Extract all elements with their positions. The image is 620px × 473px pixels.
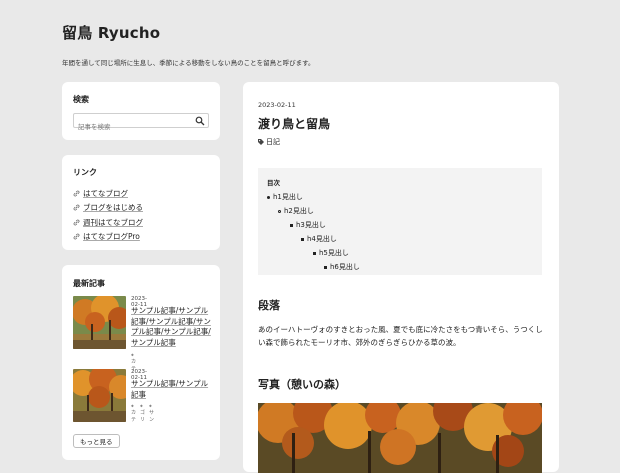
search-icon[interactable] bbox=[195, 116, 205, 126]
table-of-contents: 目次 h1見出し h2見出し h3見出し h4見出し h5見出し h6見出し bbox=[258, 168, 542, 275]
toc-item[interactable]: h4見出し bbox=[301, 234, 337, 244]
link-item-start-blog[interactable]: ブログをはじめる bbox=[73, 201, 143, 216]
tag-label[interactable]: ゴリ bbox=[140, 403, 145, 423]
more-button[interactable]: もっと見る bbox=[73, 434, 120, 448]
site-header: 留鳥 Ryucho 年間を通して同じ場所に生息し、季節による移動をしない鳥のこと… bbox=[62, 22, 314, 67]
post-category[interactable]: 日記 bbox=[258, 137, 280, 147]
tag-label[interactable]: サン bbox=[149, 403, 154, 423]
search-input[interactable] bbox=[74, 120, 188, 134]
recent-heading: 最新記事 bbox=[73, 279, 105, 288]
toc-item[interactable]: h3見出し bbox=[290, 220, 326, 230]
post-title[interactable]: 渡り鳥と留鳥 bbox=[258, 115, 330, 132]
post-thumbnail[interactable] bbox=[73, 296, 126, 349]
link-icon bbox=[73, 190, 80, 197]
search-heading: 検索 bbox=[73, 95, 89, 104]
link-list: はてなブログ ブログをはじめる 週刊はてなブログ はてなブログPro bbox=[73, 186, 143, 244]
link-item-hatena-blog[interactable]: はてなブログ bbox=[73, 186, 143, 201]
link-label[interactable]: 週刊はてなブログ bbox=[83, 217, 143, 228]
search-widget: 検索 bbox=[62, 82, 220, 140]
link-icon bbox=[73, 219, 80, 226]
toc-item[interactable]: h5見出し bbox=[313, 248, 349, 258]
recent-post-title[interactable]: サンプル記事/サンプル記事 bbox=[131, 379, 213, 400]
link-item-weekly[interactable]: 週刊はてなブログ bbox=[73, 215, 143, 230]
category-label[interactable]: 日記 bbox=[266, 137, 280, 147]
tag-icon bbox=[258, 139, 264, 145]
links-widget: リンク はてなブログ ブログをはじめる 週刊はてなブログ はてなブログPro bbox=[62, 155, 220, 250]
toc-item[interactable]: h2見出し bbox=[278, 206, 314, 216]
toc-item[interactable]: h6見出し bbox=[324, 262, 360, 272]
link-label[interactable]: ブログをはじめる bbox=[83, 202, 143, 213]
article-card: 2023-02-11 渡り鳥と留鳥 日記 目次 h1見出し h2見出し h3見出… bbox=[243, 82, 559, 473]
toc-item[interactable]: h1見出し bbox=[267, 192, 303, 202]
tag-label[interactable]: カテ bbox=[131, 403, 136, 423]
recent-post-title[interactable]: サンプル記事/サンプル記事/サンプル記事/サンプル記事/サンプル記事/サンプル記… bbox=[131, 306, 213, 348]
site-description: 年間を通して同じ場所に生息し、季節による移動をしない鳥のことを留鳥と呼びます。 bbox=[62, 59, 315, 67]
post-paragraph: あのイーハトーヴォのすきとおった風、夏でも底に冷たさをもつ青いそら、うつくしい森… bbox=[258, 325, 543, 347]
link-icon bbox=[73, 233, 80, 240]
links-heading: リンク bbox=[73, 168, 97, 177]
link-label[interactable]: はてなブログPro bbox=[83, 231, 140, 242]
toc-title: 目次 bbox=[267, 179, 280, 187]
link-label[interactable]: はてなブログ bbox=[83, 188, 128, 199]
post-date: 2023-02-11 bbox=[258, 101, 296, 109]
link-item-pro[interactable]: はてなブログPro bbox=[73, 230, 143, 245]
site-title[interactable]: 留鳥 Ryucho bbox=[62, 22, 314, 43]
search-box bbox=[73, 113, 209, 134]
recent-post-tags: カテ ゴリ サン bbox=[131, 403, 154, 423]
link-icon bbox=[73, 204, 80, 211]
section-heading-paragraph: 段落 bbox=[258, 299, 280, 312]
forest-photo bbox=[258, 403, 542, 473]
section-heading-photo: 写真（憩いの森） bbox=[258, 378, 346, 391]
recent-posts-widget: 最新記事 2023-02-11 サンプル記事/サンプル記事/サンプル記事/サンプ… bbox=[62, 265, 220, 460]
post-thumbnail[interactable] bbox=[73, 369, 126, 422]
